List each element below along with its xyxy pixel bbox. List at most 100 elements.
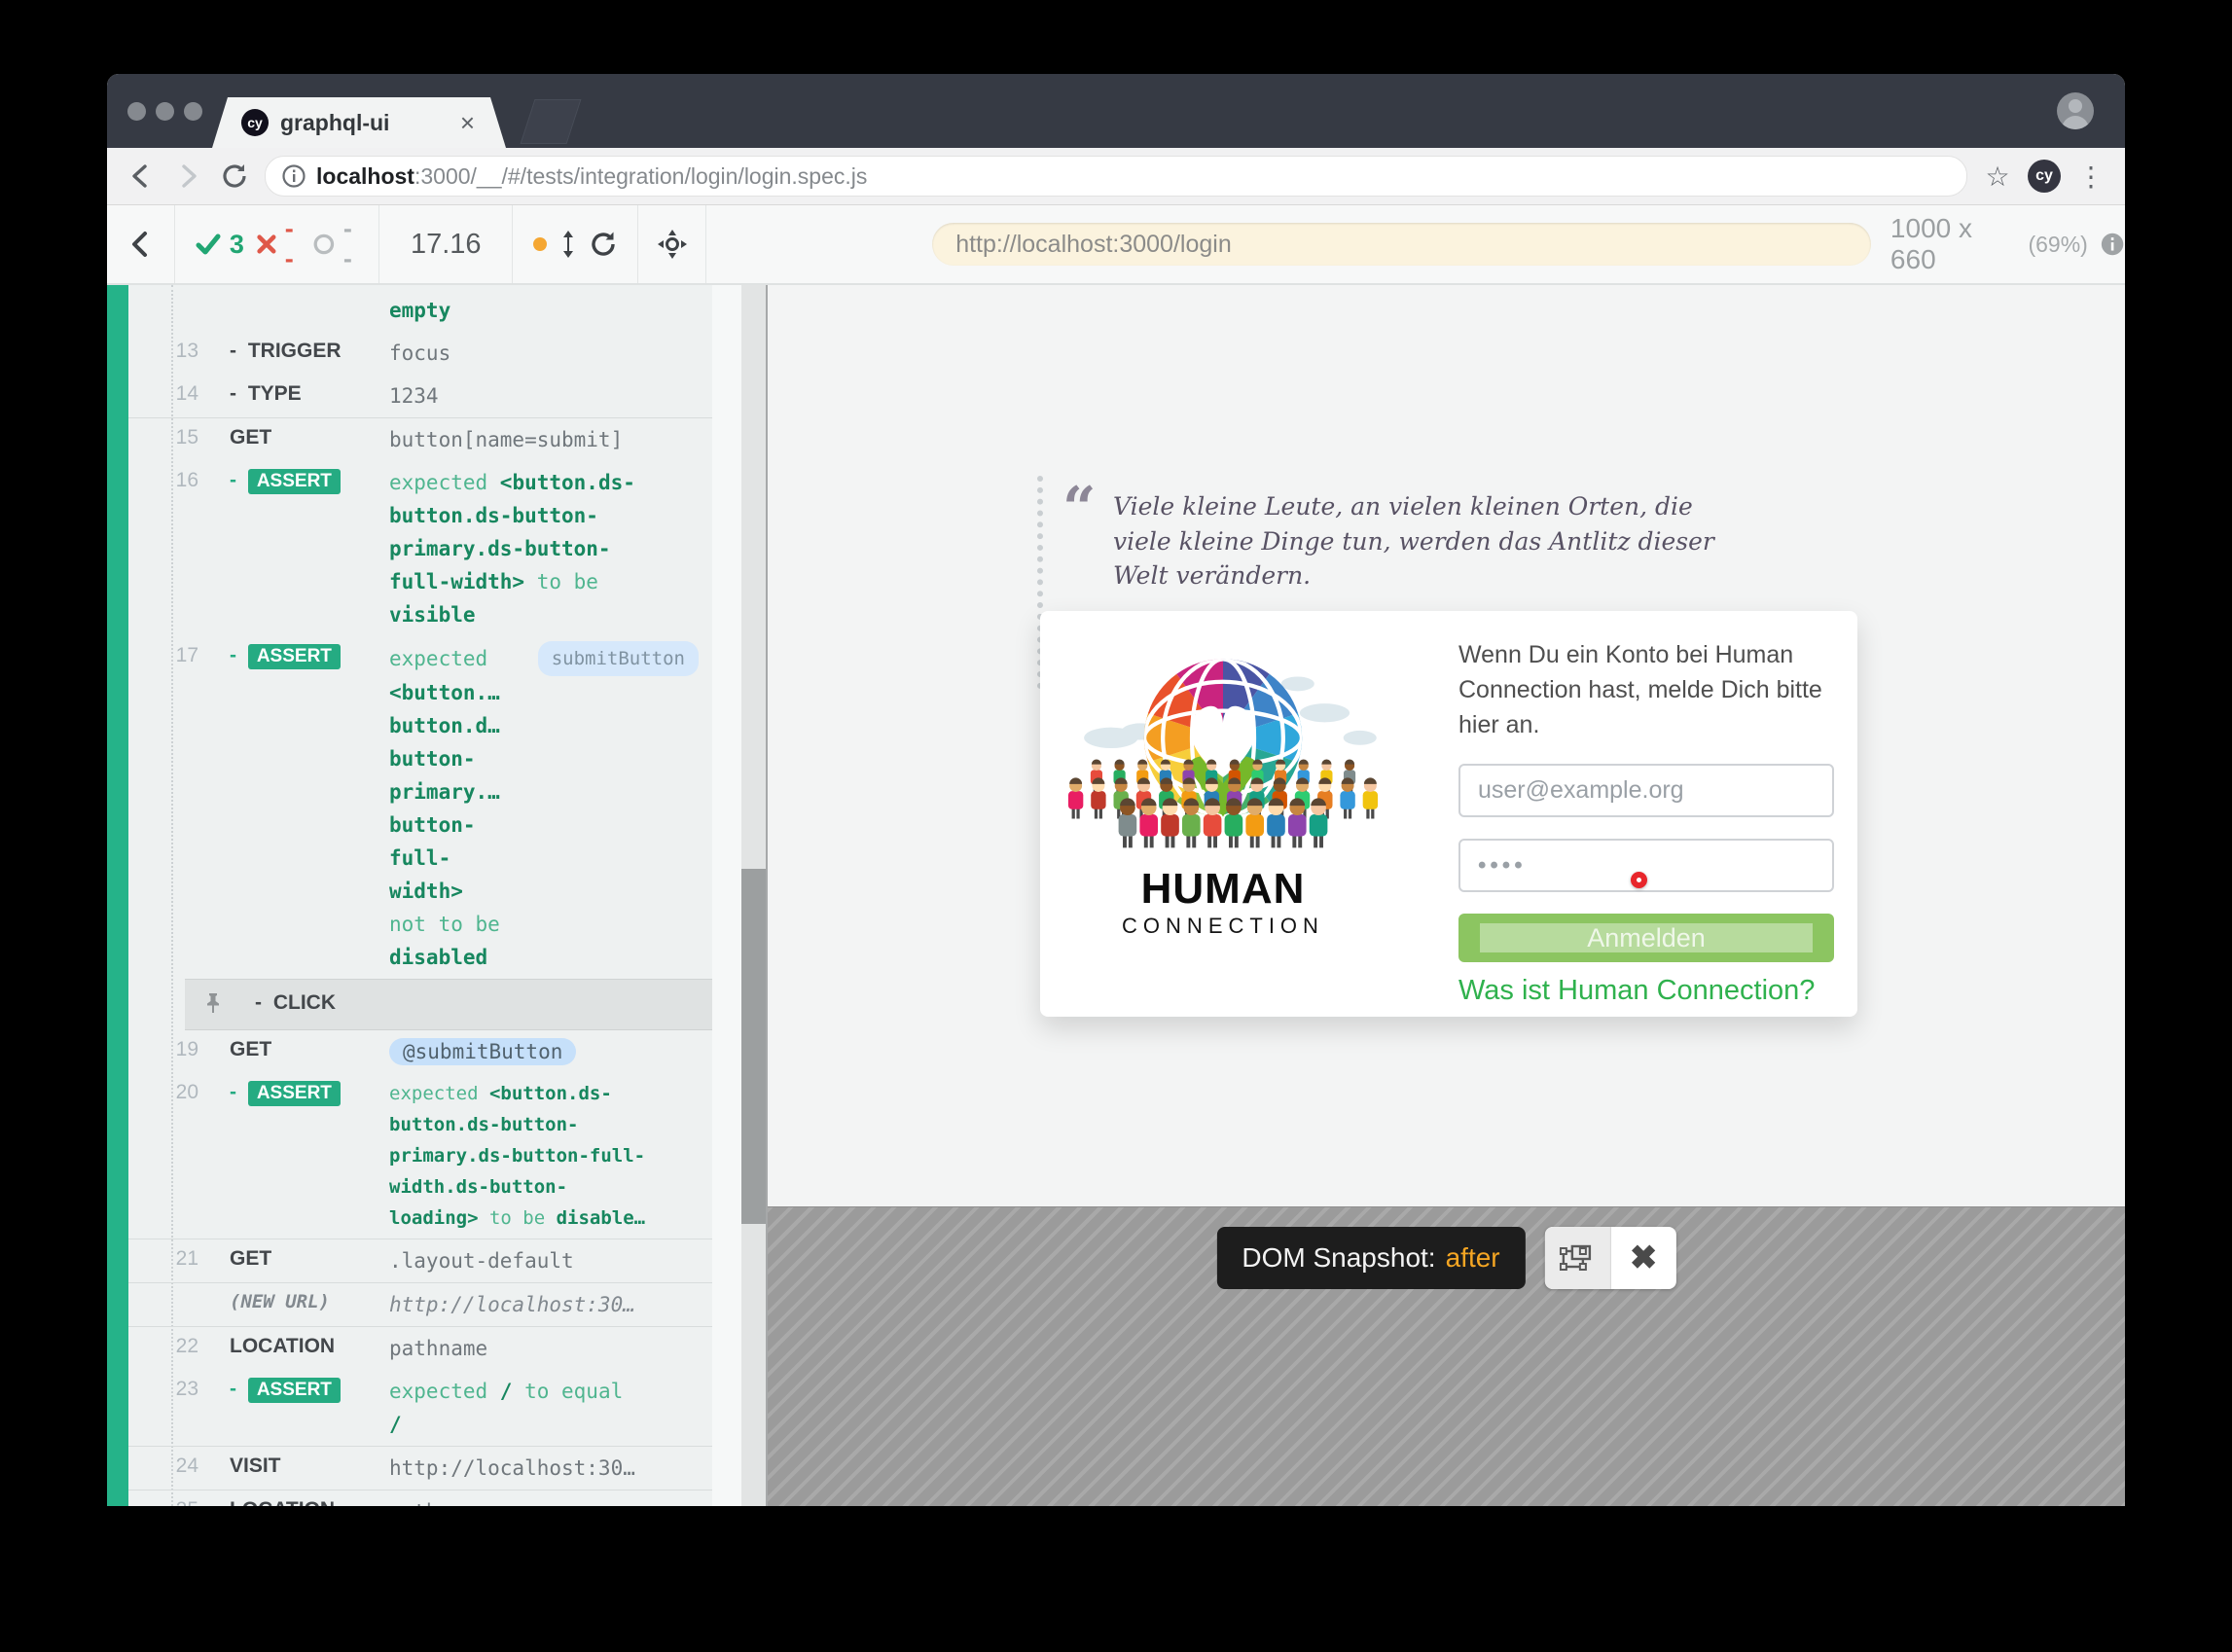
command-row[interactable]: 21GET.layout-default xyxy=(128,1239,712,1282)
reporter-scrollbar[interactable] xyxy=(741,285,766,1506)
restart-tests-icon[interactable] xyxy=(589,230,618,259)
selector-playground-button[interactable] xyxy=(638,205,706,283)
logo-subtitle: CONNECTION xyxy=(1067,914,1379,939)
assert-badge: ASSERT xyxy=(248,1081,341,1106)
command-message: button[name=submit] xyxy=(389,423,712,456)
address-bar[interactable]: localhost:3000/__/#/tests/integration/lo… xyxy=(265,156,1967,197)
reporter-gutter xyxy=(712,285,741,1506)
anmelden-button[interactable]: Anmelden xyxy=(1458,914,1834,962)
crosshair-icon xyxy=(656,228,689,261)
highlight-toggle-button[interactable] xyxy=(1545,1227,1611,1289)
command-method: GET xyxy=(204,1244,389,1277)
command-method: - ASSERT xyxy=(204,641,389,974)
command-message: pathname xyxy=(389,1495,712,1506)
snapshot-buttons: ✖ xyxy=(1545,1227,1676,1289)
login-form: Wenn Du ein Konto bei Human Connection h… xyxy=(1458,638,1834,1007)
password-field[interactable]: •••• xyxy=(1458,839,1834,892)
cypress-toolbar: 3 -- -- 17.16 http://local xyxy=(107,205,2125,285)
command-message: expectedsubmitButton<button.…button.d…bu… xyxy=(389,641,712,974)
bookmark-star-icon[interactable]: ☆ xyxy=(1981,160,2014,193)
command-row[interactable]: 17- ASSERTexpectedsubmitButton<button.…b… xyxy=(128,636,712,979)
command-row[interactable]: 20- ASSERTexpected <button.ds-button.ds-… xyxy=(128,1073,712,1239)
command-row[interactable]: 23- ASSERTexpected / to equal/ xyxy=(128,1370,712,1446)
command-number: 17 xyxy=(128,641,204,974)
command-message: http://localhost:30… xyxy=(389,1452,712,1485)
command-row[interactable]: 22LOCATIONpathname xyxy=(128,1326,712,1370)
circle-icon xyxy=(312,232,336,257)
profile-avatar-icon[interactable] xyxy=(2057,92,2094,129)
assert-badge: ASSERT xyxy=(248,469,341,494)
highlight-icon xyxy=(1560,1242,1595,1274)
command-row[interactable]: 25LOCATIONpathname xyxy=(128,1490,712,1506)
snapshot-state: after xyxy=(1446,1242,1500,1274)
back-icon[interactable] xyxy=(125,160,158,193)
close-snapshot-button[interactable]: ✖ xyxy=(1611,1227,1676,1289)
command-method: VISIT xyxy=(204,1452,389,1485)
command-method: - ASSERT xyxy=(204,1078,389,1234)
browser-tab[interactable]: cy graphql-ui × xyxy=(212,97,506,148)
info-icon[interactable] xyxy=(2100,231,2125,258)
app-url-field[interactable]: http://localhost:3000/login xyxy=(932,223,1871,266)
command-number: 24 xyxy=(128,1452,204,1485)
command-number: 16 xyxy=(128,466,204,631)
test-duration: 17.16 xyxy=(379,205,513,283)
command-method: - ASSERT xyxy=(204,466,389,631)
alias-pill[interactable]: submitButton xyxy=(538,641,699,676)
globe-crowd-illustration xyxy=(1067,638,1379,858)
snapshot-controls: DOM Snapshot: after xyxy=(1216,1227,1675,1289)
command-message: focus xyxy=(389,337,712,370)
assert-badge: ASSERT xyxy=(248,644,341,669)
page-info-icon[interactable] xyxy=(281,163,306,189)
command-method: (NEW URL) xyxy=(204,1288,389,1321)
email-field[interactable]: user@example.org xyxy=(1458,764,1834,817)
browser-menu-icon[interactable]: ⋮ xyxy=(2074,160,2107,193)
scrollbar-thumb[interactable] xyxy=(741,869,766,1224)
pinned-command-row[interactable]: - CLICK xyxy=(185,979,712,1030)
close-window-button[interactable] xyxy=(127,102,146,121)
command-number: 23 xyxy=(128,1375,204,1441)
command-method xyxy=(204,285,389,327)
command-number: 15 xyxy=(128,423,204,456)
alias-pill[interactable]: @submitButton xyxy=(389,1038,576,1065)
maximize-window-button[interactable] xyxy=(184,102,202,121)
command-message: width> to beempty xyxy=(389,285,712,327)
anmelden-label: Anmelden xyxy=(1587,923,1706,953)
command-method: GET xyxy=(204,423,389,456)
command-message: http://localhost:30… xyxy=(389,1288,712,1321)
new-tab-button[interactable] xyxy=(521,99,582,144)
quote-text: Viele kleine Leute, an vielen kleinen Or… xyxy=(1113,489,1755,593)
command-row[interactable]: 14- TYPE1234 xyxy=(128,375,712,417)
command-row[interactable]: (NEW URL)http://localhost:30… xyxy=(128,1282,712,1326)
window-controls[interactable] xyxy=(127,102,202,121)
scale-arrows-icon[interactable] xyxy=(559,229,577,260)
command-row[interactable]: 19GET@submitButton xyxy=(128,1030,712,1073)
back-to-tests-button[interactable] xyxy=(107,205,175,283)
forward-icon[interactable] xyxy=(171,160,204,193)
command-row[interactable]: 16- ASSERTexpected <button.ds-button.ds-… xyxy=(128,461,712,636)
what-is-hc-link[interactable]: Was ist Human Connection? xyxy=(1458,975,1834,1007)
cypress-extension-icon[interactable]: cy xyxy=(2028,160,2061,193)
minimize-window-button[interactable] xyxy=(156,102,174,121)
viewport-info: 1000 x 660 (69%) xyxy=(1890,213,2125,275)
email-placeholder: user@example.org xyxy=(1478,776,1684,805)
reload-icon[interactable] xyxy=(218,160,251,193)
tab-close-icon[interactable]: × xyxy=(458,110,477,135)
x-icon xyxy=(256,233,277,256)
check-icon xyxy=(195,231,222,258)
pin-icon xyxy=(202,991,224,1015)
command-row[interactable]: 15GETbutton[name=submit] xyxy=(128,417,712,461)
command-number: 19 xyxy=(128,1035,204,1068)
command-message: expected <button.ds-button.ds-button-pri… xyxy=(389,1078,712,1234)
command-method: - CLICK xyxy=(230,988,414,1021)
command-number: 22 xyxy=(128,1332,204,1365)
command-number xyxy=(128,285,204,327)
dom-snapshot-tooltip: DOM Snapshot: after xyxy=(1216,1227,1525,1289)
command-row[interactable]: 24VISIThttp://localhost:30… xyxy=(128,1446,712,1490)
test-status-bar xyxy=(107,285,128,1506)
cypress-reporter: width> to beempty 13- TRIGGERfocus14- TYP… xyxy=(107,285,766,1506)
command-log[interactable]: width> to beempty 13- TRIGGERfocus14- TYP… xyxy=(128,285,712,1506)
command-row[interactable]: 13- TRIGGERfocus xyxy=(128,332,712,375)
command-number: 13 xyxy=(128,337,204,370)
app-preview: “ Viele kleine Leute, an vielen kleinen … xyxy=(766,285,2125,1506)
command-row[interactable]: width> to beempty xyxy=(128,285,712,332)
